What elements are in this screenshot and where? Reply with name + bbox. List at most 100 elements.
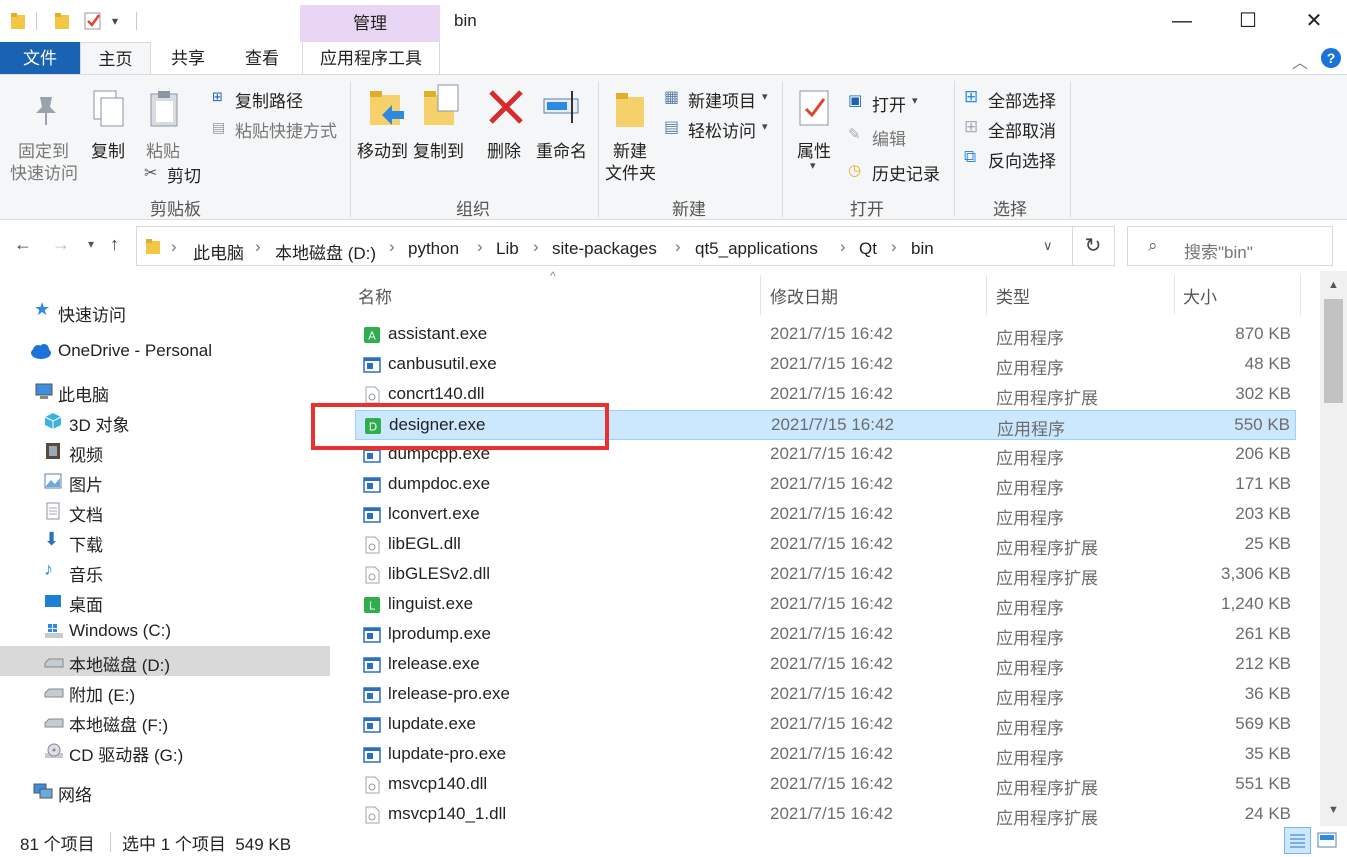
nav-item-drive-f[interactable]: 本地磁盘 (F:) bbox=[0, 706, 330, 736]
file-row[interactable]: canbusutil.exe 2021/7/15 16:42 应用程序 48 KB bbox=[355, 350, 1296, 380]
breadcrumb-chevron-icon[interactable]: › bbox=[533, 237, 539, 257]
tab-view[interactable]: 查看 bbox=[225, 42, 299, 75]
breadcrumb-chevron-icon[interactable]: › bbox=[255, 237, 261, 257]
refresh-button[interactable]: ↻ bbox=[1072, 226, 1115, 266]
collapse-ribbon-icon[interactable]: ︿ bbox=[1292, 49, 1308, 73]
file-row[interactable]: libEGL.dll 2021/7/15 16:42 应用程序扩展 25 KB bbox=[355, 530, 1296, 560]
column-header-type[interactable]: 类型 bbox=[996, 283, 1030, 308]
new-item-button[interactable]: 新建项目 bbox=[688, 87, 756, 112]
breadcrumb-qt[interactable]: Qt bbox=[859, 239, 877, 259]
invert-selection-button[interactable]: 反向选择 bbox=[988, 147, 1056, 172]
large-icons-view-button[interactable] bbox=[1316, 829, 1338, 856]
delete-button[interactable]: 删除 bbox=[487, 137, 521, 162]
forward-arrow-icon[interactable]: → bbox=[52, 234, 70, 255]
breadcrumb-lib[interactable]: Lib bbox=[496, 239, 519, 259]
scrollbar-thumb[interactable] bbox=[1324, 299, 1343, 403]
recent-locations-chevron-icon[interactable]: ▾ bbox=[88, 237, 94, 251]
nav-item-pictures[interactable]: 图片 bbox=[0, 466, 330, 496]
select-none-button[interactable]: 全部取消 bbox=[988, 117, 1056, 142]
breadcrumb-this-pc[interactable]: 此电脑 bbox=[193, 239, 244, 264]
search-box[interactable]: ⌕ 搜索"bin" bbox=[1127, 226, 1333, 266]
nav-item-drive-d[interactable]: 本地磁盘 (D:) bbox=[0, 646, 330, 676]
nav-item-documents[interactable]: 文档 bbox=[0, 496, 330, 526]
breadcrumb-chevron-icon[interactable]: › bbox=[389, 237, 395, 257]
tab-home[interactable]: 主页 bbox=[80, 42, 151, 75]
column-divider[interactable] bbox=[1174, 275, 1175, 315]
properties-check-icon[interactable] bbox=[84, 12, 102, 35]
breadcrumb-python[interactable]: python bbox=[408, 239, 459, 259]
file-row[interactable]: dumpdoc.exe 2021/7/15 16:42 应用程序 171 KB bbox=[355, 470, 1296, 500]
nav-item-drive-e[interactable]: 附加 (E:) bbox=[0, 676, 330, 706]
back-arrow-icon[interactable]: ← bbox=[14, 234, 32, 255]
file-row[interactable]: lupdate-pro.exe 2021/7/15 16:42 应用程序 35 KB bbox=[355, 740, 1296, 770]
select-all-button[interactable]: 全部选择 bbox=[988, 87, 1056, 112]
nav-item-network[interactable]: 网络 bbox=[0, 776, 330, 806]
tab-file[interactable]: 文件 bbox=[0, 42, 80, 75]
nav-item-this-pc[interactable]: 此电脑 bbox=[0, 376, 330, 406]
column-divider[interactable] bbox=[986, 275, 987, 315]
close-button[interactable]: ✕ bbox=[1281, 0, 1347, 42]
nav-item-desktop[interactable]: 桌面 bbox=[0, 586, 330, 616]
breadcrumb-drive-d[interactable]: 本地磁盘 (D:) bbox=[275, 239, 376, 264]
paste-shortcut-button[interactable]: 粘贴快捷方式 bbox=[235, 117, 337, 142]
minimize-button[interactable]: — bbox=[1149, 0, 1215, 42]
nav-item-music[interactable]: ♪ 音乐 bbox=[0, 556, 330, 586]
file-row[interactable]: Llinguist.exe 2021/7/15 16:42 应用程序 1,240 KB bbox=[355, 590, 1296, 620]
nav-item-onedrive[interactable]: OneDrive - Personal bbox=[0, 336, 330, 366]
edit-button[interactable]: 编辑 bbox=[872, 125, 906, 150]
nav-item-quick-access[interactable]: ★ 快速访问 bbox=[0, 296, 330, 326]
file-row[interactable]: Aassistant.exe 2021/7/15 16:42 应用程序 870 KB bbox=[355, 320, 1296, 350]
details-view-button[interactable] bbox=[1284, 827, 1311, 854]
rename-button[interactable]: 重命名 bbox=[536, 137, 587, 162]
paste-button[interactable]: 粘贴 bbox=[146, 137, 180, 162]
file-row[interactable]: msvcp140_1.dll 2021/7/15 16:42 应用程序扩展 24 KB bbox=[355, 800, 1296, 826]
column-header-name[interactable]: 名称 bbox=[358, 283, 392, 308]
up-arrow-icon[interactable]: ↑ bbox=[110, 234, 119, 255]
column-divider[interactable] bbox=[760, 275, 761, 315]
nav-item-drive-c[interactable]: Windows (C:) bbox=[0, 616, 330, 646]
file-row[interactable]: lrelease.exe 2021/7/15 16:42 应用程序 212 KB bbox=[355, 650, 1296, 680]
vertical-scrollbar[interactable]: ▲ ▼ bbox=[1320, 271, 1347, 826]
column-header-date[interactable]: 修改日期 bbox=[770, 283, 838, 308]
file-row[interactable]: lprodump.exe 2021/7/15 16:42 应用程序 261 KB bbox=[355, 620, 1296, 650]
address-bar[interactable]: › 此电脑 › 本地磁盘 (D:) › python › Lib › site-… bbox=[136, 226, 1073, 266]
breadcrumb-chevron-icon[interactable]: › bbox=[477, 237, 483, 257]
scroll-up-icon[interactable]: ▲ bbox=[1328, 279, 1339, 291]
file-row[interactable]: lupdate.exe 2021/7/15 16:42 应用程序 569 KB bbox=[355, 710, 1296, 740]
help-icon[interactable]: ? bbox=[1321, 48, 1341, 68]
scroll-down-icon[interactable]: ▼ bbox=[1328, 804, 1339, 816]
manage-context-tab[interactable]: 管理 bbox=[300, 5, 440, 42]
easy-access-button[interactable]: 轻松访问 bbox=[688, 117, 756, 142]
column-header-size[interactable]: 大小 bbox=[1183, 283, 1217, 308]
file-row[interactable]: lconvert.exe 2021/7/15 16:42 应用程序 203 KB bbox=[355, 500, 1296, 530]
nav-item-3d-objects[interactable]: 3D 对象 bbox=[0, 406, 330, 436]
copy-to-button[interactable]: 复制到 bbox=[413, 137, 464, 162]
nav-item-drive-g[interactable]: CD 驱动器 (G:) bbox=[0, 736, 330, 766]
maximize-button[interactable]: ☐ bbox=[1215, 0, 1281, 42]
address-history-chevron-icon[interactable]: ∨ bbox=[1043, 238, 1053, 254]
breadcrumb-chevron-icon[interactable]: › bbox=[675, 237, 681, 257]
new-folder-icon[interactable] bbox=[54, 12, 70, 35]
history-button[interactable]: 历史记录 bbox=[872, 160, 940, 185]
nav-item-downloads[interactable]: ⬇ 下载 bbox=[0, 526, 330, 556]
tab-share[interactable]: 共享 bbox=[151, 42, 225, 75]
copy-button[interactable]: 复制 bbox=[91, 137, 125, 162]
column-divider[interactable] bbox=[1300, 275, 1301, 315]
breadcrumb-chevron-icon[interactable]: › bbox=[840, 237, 846, 257]
breadcrumb-site-packages[interactable]: site-packages bbox=[552, 239, 657, 259]
move-to-button[interactable]: 移动到 bbox=[357, 137, 408, 162]
cut-button[interactable]: 剪切 bbox=[167, 162, 201, 187]
file-row[interactable]: msvcp140.dll 2021/7/15 16:42 应用程序扩展 551 KB bbox=[355, 770, 1296, 800]
file-row[interactable]: lrelease-pro.exe 2021/7/15 16:42 应用程序 36 KB bbox=[355, 680, 1296, 710]
copy-path-button[interactable]: 复制路径 bbox=[235, 87, 303, 112]
breadcrumb-bin[interactable]: bin bbox=[911, 239, 934, 259]
breadcrumb-chevron-icon[interactable]: › bbox=[171, 237, 177, 257]
breadcrumb-qt5-applications[interactable]: qt5_applications bbox=[695, 239, 818, 259]
tab-application-tools[interactable]: 应用程序工具 bbox=[302, 42, 440, 75]
search-input[interactable]: 搜索"bin" bbox=[1184, 238, 1253, 263]
file-row[interactable]: libGLESv2.dll 2021/7/15 16:42 应用程序扩展 3,306 … bbox=[355, 560, 1296, 590]
open-button[interactable]: 打开 bbox=[872, 91, 906, 116]
nav-item-videos[interactable]: 视频 bbox=[0, 436, 330, 466]
breadcrumb-chevron-icon[interactable]: › bbox=[891, 237, 897, 257]
customize-quick-access-icon[interactable]: ▾ bbox=[112, 14, 118, 28]
